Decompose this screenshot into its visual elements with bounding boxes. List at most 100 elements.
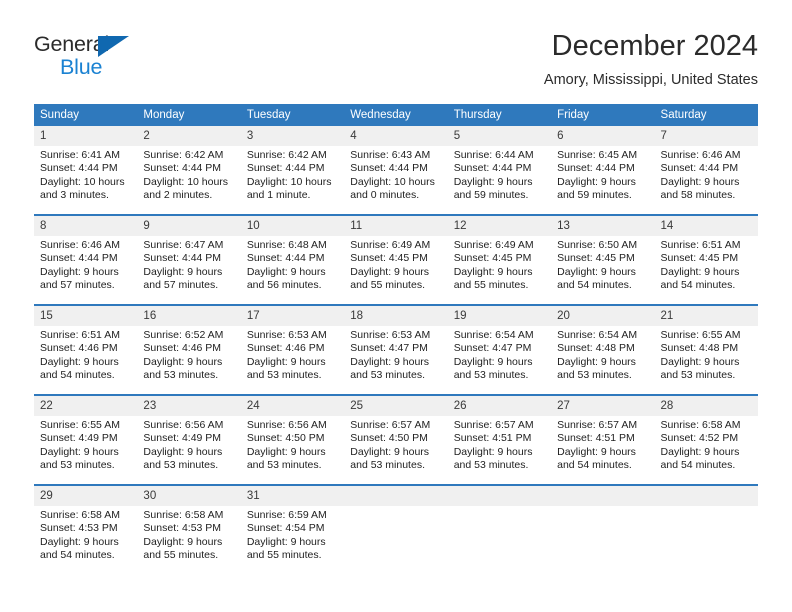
daylight-text-line1: Daylight: 9 hours [660, 175, 740, 188]
day-details: Sunrise: 6:42 AM Sunset: 4:44 PM Dayligh… [241, 146, 344, 203]
day-details: Sunrise: 6:53 AM Sunset: 4:47 PM Dayligh… [344, 326, 447, 383]
sunset-text: Sunset: 4:53 PM [143, 522, 222, 535]
sunset-text: Sunset: 4:48 PM [660, 342, 739, 355]
day-number: 11 [344, 216, 448, 236]
daylight-text-line2: and 53 minutes. [246, 459, 322, 472]
day-cell-empty [654, 486, 758, 574]
day-cell[interactable]: 11 Sunrise: 6:49 AM Sunset: 4:45 PM Dayl… [344, 216, 448, 304]
sunset-text: Sunset: 4:44 PM [453, 162, 532, 175]
calendar-page: General Blue December 2024 Amory, Missis… [0, 0, 792, 612]
sunrise-text: Sunrise: 6:41 AM [40, 149, 120, 161]
sunset-text: Sunset: 4:44 PM [350, 162, 428, 175]
location-subtitle: Amory, Mississippi, United States [543, 72, 758, 88]
day-cell[interactable]: 16 Sunrise: 6:52 AM Sunset: 4:46 PM Dayl… [137, 306, 241, 394]
day-cell[interactable]: 1 Sunrise: 6:41 AM Sunset: 4:44 PM Dayli… [34, 126, 138, 214]
sunrise-text: Sunrise: 6:53 AM [350, 329, 431, 341]
day-details: Sunrise: 6:55 AM Sunset: 4:49 PM Dayligh… [34, 416, 137, 473]
day-cell[interactable]: 28 Sunrise: 6:58 AM Sunset: 4:52 PM Dayl… [654, 396, 758, 484]
day-number: 19 [447, 306, 552, 326]
day-details [551, 506, 654, 509]
weekday-header-monday: Monday [137, 104, 241, 126]
day-cell[interactable]: 27 Sunrise: 6:57 AM Sunset: 4:51 PM Dayl… [551, 396, 655, 484]
sunset-text: Sunset: 4:45 PM [660, 252, 739, 265]
day-number: 9 [137, 216, 241, 236]
day-details: Sunrise: 6:47 AM Sunset: 4:44 PM Dayligh… [137, 236, 240, 293]
page-title: December 2024 [551, 30, 758, 62]
day-cell-empty [344, 486, 448, 574]
day-cell[interactable]: 21 Sunrise: 6:55 AM Sunset: 4:48 PM Dayl… [654, 306, 758, 394]
day-cell[interactable]: 19 Sunrise: 6:54 AM Sunset: 4:47 PM Dayl… [447, 306, 552, 394]
daylight-text-line1: Daylight: 9 hours [143, 265, 223, 278]
daylight-text-line1: Daylight: 9 hours [40, 445, 119, 458]
day-cell[interactable]: 12 Sunrise: 6:49 AM Sunset: 4:45 PM Dayl… [447, 216, 552, 304]
day-cell[interactable]: 15 Sunrise: 6:51 AM Sunset: 4:46 PM Dayl… [34, 306, 138, 394]
day-details: Sunrise: 6:56 AM Sunset: 4:50 PM Dayligh… [241, 416, 344, 473]
day-number [447, 486, 552, 506]
day-number: 16 [137, 306, 241, 326]
sunset-text: Sunset: 4:48 PM [557, 342, 635, 355]
day-cell[interactable]: 31 Sunrise: 6:59 AM Sunset: 4:54 PM Dayl… [240, 486, 345, 574]
calendar-week-row: 8 Sunrise: 6:46 AM Sunset: 4:44 PM Dayli… [34, 216, 758, 304]
daylight-text-line2: and 53 minutes. [350, 459, 425, 472]
daylight-text-line2: and 59 minutes. [557, 189, 632, 202]
day-cell[interactable]: 5 Sunrise: 6:44 AM Sunset: 4:44 PM Dayli… [447, 126, 552, 214]
day-cell[interactable]: 20 Sunrise: 6:54 AM Sunset: 4:48 PM Dayl… [551, 306, 655, 394]
sunset-text: Sunset: 4:45 PM [453, 252, 532, 265]
daylight-text-line1: Daylight: 9 hours [40, 535, 119, 548]
day-cell[interactable]: 30 Sunrise: 6:58 AM Sunset: 4:53 PM Dayl… [137, 486, 241, 574]
day-cell[interactable]: 14 Sunrise: 6:51 AM Sunset: 4:45 PM Dayl… [654, 216, 758, 304]
sunset-text: Sunset: 4:52 PM [660, 432, 739, 445]
day-number: 25 [344, 396, 448, 416]
sunrise-text: Sunrise: 6:44 AM [453, 149, 534, 161]
day-cell[interactable]: 7 Sunrise: 6:46 AM Sunset: 4:44 PM Dayli… [654, 126, 758, 214]
day-cell[interactable]: 22 Sunrise: 6:55 AM Sunset: 4:49 PM Dayl… [34, 396, 138, 484]
sunrise-text: Sunrise: 6:51 AM [660, 239, 741, 251]
daylight-text-line1: Daylight: 10 hours [40, 175, 125, 188]
weekday-header-saturday: Saturday [654, 104, 758, 126]
daylight-text-line1: Daylight: 9 hours [660, 355, 740, 368]
sunrise-text: Sunrise: 6:58 AM [660, 419, 741, 431]
sunset-text: Sunset: 4:45 PM [557, 252, 635, 265]
day-cell[interactable]: 6 Sunrise: 6:45 AM Sunset: 4:44 PM Dayli… [551, 126, 655, 214]
day-number: 30 [137, 486, 241, 506]
day-number [344, 486, 448, 506]
weekday-header-tuesday: Tuesday [240, 104, 345, 126]
day-number: 28 [654, 396, 758, 416]
daylight-text-line1: Daylight: 9 hours [453, 355, 533, 368]
brand-logo[interactable]: General Blue [34, 32, 164, 84]
day-cell[interactable]: 9 Sunrise: 6:47 AM Sunset: 4:44 PM Dayli… [137, 216, 241, 304]
day-cell[interactable]: 10 Sunrise: 6:48 AM Sunset: 4:44 PM Dayl… [240, 216, 345, 304]
title-block: December 2024 Amory, Mississippi, United… [544, 28, 758, 90]
daylight-text-line1: Daylight: 9 hours [350, 265, 430, 278]
day-cell[interactable]: 17 Sunrise: 6:53 AM Sunset: 4:46 PM Dayl… [240, 306, 345, 394]
daylight-text-line1: Daylight: 9 hours [40, 265, 119, 278]
daylight-text-line2: and 0 minutes. [350, 189, 420, 202]
day-cell[interactable]: 3 Sunrise: 6:42 AM Sunset: 4:44 PM Dayli… [240, 126, 345, 214]
day-number: 27 [551, 396, 655, 416]
day-cell[interactable]: 24 Sunrise: 6:56 AM Sunset: 4:50 PM Dayl… [240, 396, 345, 484]
day-cell[interactable]: 8 Sunrise: 6:46 AM Sunset: 4:44 PM Dayli… [34, 216, 138, 304]
daylight-text-line2: and 53 minutes. [557, 369, 632, 382]
triangle-icon [98, 36, 129, 57]
sunset-text: Sunset: 4:47 PM [350, 342, 428, 355]
sunrise-text: Sunrise: 6:42 AM [246, 149, 327, 161]
sunset-text: Sunset: 4:44 PM [660, 162, 739, 175]
day-number: 24 [240, 396, 345, 416]
day-cell[interactable]: 29 Sunrise: 6:58 AM Sunset: 4:53 PM Dayl… [34, 486, 138, 574]
day-number: 13 [551, 216, 655, 236]
day-cell[interactable]: 18 Sunrise: 6:53 AM Sunset: 4:47 PM Dayl… [344, 306, 448, 394]
day-cell[interactable]: 4 Sunrise: 6:43 AM Sunset: 4:44 PM Dayli… [344, 126, 448, 214]
day-details: Sunrise: 6:51 AM Sunset: 4:46 PM Dayligh… [34, 326, 137, 383]
day-details: Sunrise: 6:58 AM Sunset: 4:53 PM Dayligh… [137, 506, 240, 563]
daylight-text-line1: Daylight: 9 hours [246, 265, 326, 278]
day-cell[interactable]: 13 Sunrise: 6:50 AM Sunset: 4:45 PM Dayl… [551, 216, 655, 304]
day-cell[interactable]: 25 Sunrise: 6:57 AM Sunset: 4:50 PM Dayl… [344, 396, 448, 484]
day-cell[interactable]: 23 Sunrise: 6:56 AM Sunset: 4:49 PM Dayl… [137, 396, 241, 484]
day-cell[interactable]: 2 Sunrise: 6:42 AM Sunset: 4:44 PM Dayli… [137, 126, 241, 214]
calendar-header-row: Sunday Monday Tuesday Wednesday Thursday… [34, 104, 758, 126]
daylight-text-line1: Daylight: 9 hours [350, 355, 430, 368]
day-details: Sunrise: 6:58 AM Sunset: 4:52 PM Dayligh… [655, 416, 758, 473]
day-cell[interactable]: 26 Sunrise: 6:57 AM Sunset: 4:51 PM Dayl… [447, 396, 552, 484]
day-number [551, 486, 655, 506]
sunrise-text: Sunrise: 6:46 AM [40, 239, 120, 251]
